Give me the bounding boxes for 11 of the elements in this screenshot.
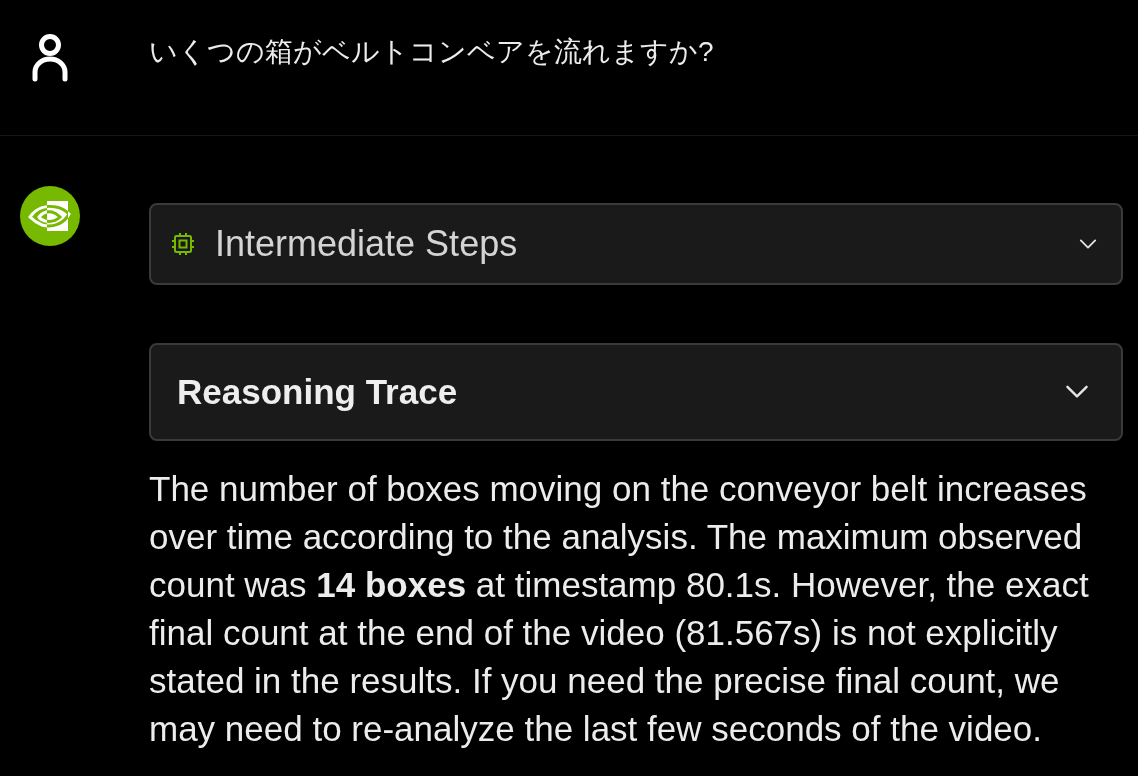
trace-title: Reasoning Trace xyxy=(177,370,459,413)
answer-paragraph: The number of boxes moving on the conveyor belt increases over time according to the analysis. The maximum observed count was 14 boxes at timestamp 80.1s. However, the exact final count at the end of the video (81.567s) is not explicitly stated in the results. If you need the precise final count, we may need to re-analyze the last few seconds of the video. xyxy=(149,468,1090,750)
chevron-down-icon xyxy=(1065,385,1089,399)
logo-icon xyxy=(20,186,80,246)
steps-accordion[interactable]: Intermediate Steps xyxy=(149,203,1123,285)
chip-icon xyxy=(171,232,195,256)
steps-title: Intermediate Steps xyxy=(215,222,519,266)
trace-accordion[interactable]: Reasoning Trace xyxy=(149,343,1123,441)
user-question: いくつの箱がベルトコンベアを流れますか? xyxy=(149,36,714,67)
chevron-down-icon xyxy=(1079,239,1097,249)
user-icon xyxy=(32,34,68,82)
